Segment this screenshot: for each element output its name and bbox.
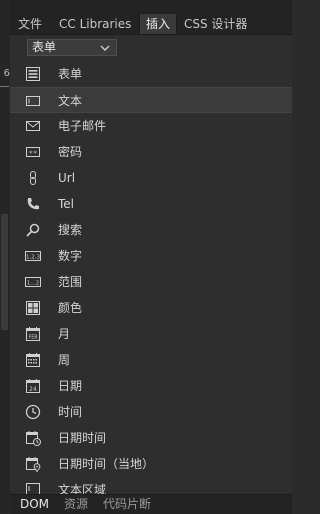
list-item-email[interactable]: 电子邮件 <box>10 113 292 139</box>
category-dropdown[interactable]: 表单 <box>27 39 117 56</box>
item-label: 表单 <box>58 67 83 81</box>
list-item-datetime[interactable]: 日期时间 <box>10 425 292 451</box>
item-label: 文本 <box>58 94 83 108</box>
week-icon <box>26 353 40 367</box>
list-item-color[interactable]: 颜色 <box>10 295 292 321</box>
time-icon <box>25 404 41 420</box>
link-icon <box>30 171 36 185</box>
list-item-time[interactable]: 时间 <box>10 399 292 425</box>
phone-icon <box>27 198 39 210</box>
tab-dom[interactable]: DOM <box>20 495 49 514</box>
password-icon: ** <box>26 147 40 158</box>
number-icon: 1,2,3 <box>25 251 41 261</box>
item-label: 时间 <box>58 405 83 419</box>
tab-cc-libraries[interactable]: CC Libraries <box>53 14 137 34</box>
item-label: 月 <box>58 327 71 341</box>
form-icon <box>26 67 40 81</box>
search-icon <box>26 223 40 237</box>
color-icon <box>26 301 40 315</box>
item-label: 数字 <box>58 249 83 263</box>
tab-file[interactable]: 文件 <box>12 14 48 34</box>
list-item-password[interactable]: ** 密码 <box>10 139 292 165</box>
list-item-datetime-local[interactable]: 日期时间（当地） <box>10 451 292 477</box>
item-label: Tel <box>58 197 75 211</box>
month-icon-text: FEB <box>28 335 37 341</box>
insert-panel: 文件 CC Libraries 插入 CSS 设计器 表单 表单 文本 电子邮件… <box>10 0 292 514</box>
list-item-week[interactable]: 周 <box>10 347 292 373</box>
date-icon: 24 <box>26 379 40 393</box>
item-label: 日期时间（当地） <box>58 457 155 471</box>
chevron-down-icon <box>100 45 110 51</box>
item-label: 电子邮件 <box>58 119 107 133</box>
datetime-local-icon <box>26 457 41 472</box>
list-item-date[interactable]: 24 日期 <box>10 373 292 399</box>
list-item-range[interactable]: 1...2 范围 <box>10 269 292 295</box>
item-label: 日期 <box>58 379 83 393</box>
month-icon: FEB <box>26 327 40 341</box>
tab-css-designer[interactable]: CSS 设计器 <box>178 14 253 34</box>
category-dropdown-value: 表单 <box>32 40 57 54</box>
item-label: 密码 <box>58 145 83 159</box>
list-item-month[interactable]: FEB 月 <box>10 321 292 347</box>
text-field-icon <box>26 96 40 106</box>
list-item-text[interactable]: 文本 <box>10 87 292 113</box>
datetime-icon <box>26 431 41 446</box>
list-item-number[interactable]: 1,2,3 数字 <box>10 243 292 269</box>
left-scrollbar-thumb[interactable] <box>1 214 8 330</box>
list-item-tel[interactable]: Tel <box>10 191 292 217</box>
tab-snippets[interactable]: 代码片断 <box>103 495 151 514</box>
item-label: 日期时间 <box>58 431 107 445</box>
item-label: Url <box>58 171 76 185</box>
tab-assets[interactable]: 资源 <box>64 495 88 514</box>
list-item-form[interactable]: 表单 <box>10 61 292 87</box>
svg-text:1,2,3: 1,2,3 <box>26 255 40 261</box>
panel-tab-bar: 文件 CC Libraries 插入 CSS 设计器 <box>10 0 292 35</box>
email-icon <box>26 121 40 131</box>
item-label: 搜索 <box>58 223 83 237</box>
list-item-search[interactable]: 搜索 <box>10 217 292 243</box>
range-icon: 1...2 <box>25 277 41 287</box>
svg-text:1...2: 1...2 <box>27 281 39 287</box>
item-label: 周 <box>58 353 71 367</box>
item-label: 颜色 <box>58 301 83 315</box>
date-icon-text: 24 <box>29 386 37 393</box>
clipped-text-fragment: 6 <box>3 68 10 79</box>
item-label: 范围 <box>58 275 83 289</box>
insert-item-list: 表单 文本 电子邮件 ** 密码 Url Tel 搜索 1,2,3 数字 1..… <box>10 61 292 503</box>
svg-text:**: ** <box>29 150 37 158</box>
list-item-url[interactable]: Url <box>10 165 292 191</box>
edge-divider <box>0 86 9 87</box>
tab-insert[interactable]: 插入 <box>139 14 178 34</box>
bottom-tab-bar: DOM 资源 代码片断 <box>10 494 292 514</box>
